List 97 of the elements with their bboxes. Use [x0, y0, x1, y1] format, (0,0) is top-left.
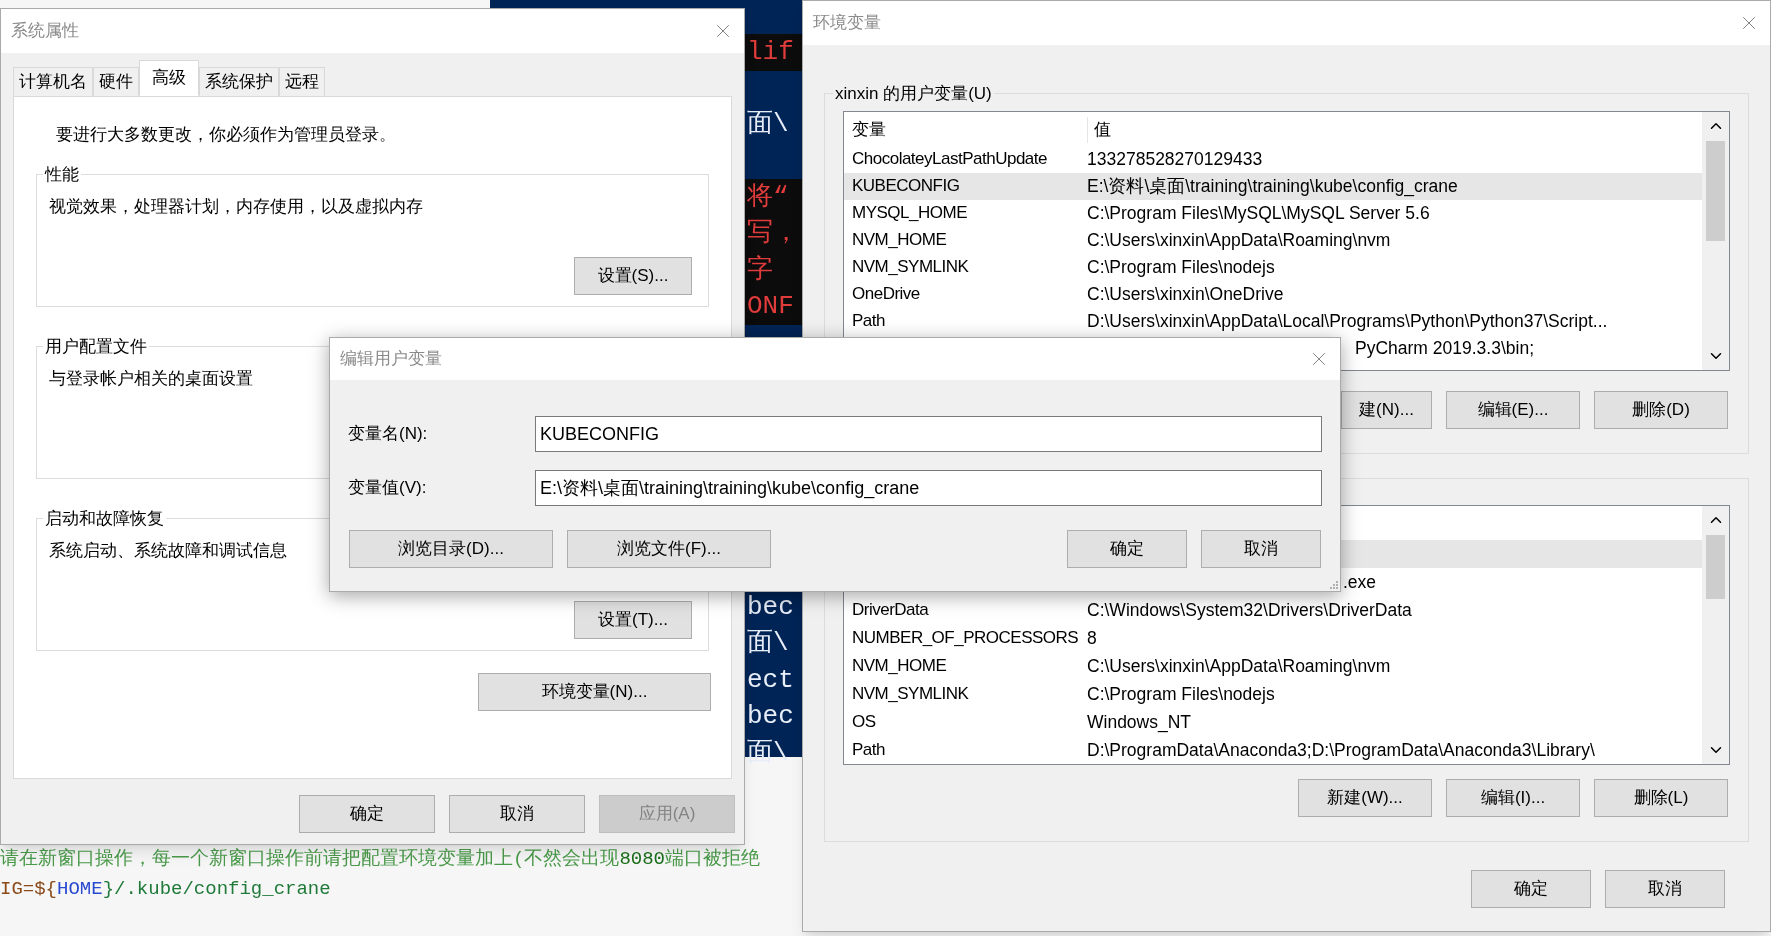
variable-name: Path [852, 738, 885, 761]
variable-value: Windows_NT [1087, 710, 1192, 733]
dialog-button[interactable]: 编辑(E)... [1446, 390, 1580, 429]
variable-name: Path [852, 310, 885, 332]
variable-value: D:\ProgramData\Anaconda3;D:\ProgramData\Anaconda3\Library\ [1087, 738, 1595, 761]
tab[interactable]: 远程 [279, 67, 325, 97]
variable-value: E:\资料\桌面\training\training\kube\config_crane [1087, 175, 1458, 197]
dialog-button[interactable]: 浏览文件(F)... [567, 530, 771, 568]
group-description: 与登录帐户相关的桌面设置 [49, 368, 253, 390]
scroll-thumb[interactable] [1706, 140, 1725, 241]
variable-name: OS [852, 710, 876, 733]
code-line: lif [747, 35, 794, 69]
variable-row[interactable]: Path D:\ProgramData\Anaconda3;D:\ProgramData\Anaconda3\Library\ [844, 735, 1702, 764]
dialog-button[interactable]: 编辑(I)... [1446, 778, 1580, 817]
variable-name: NVM_HOME [852, 229, 947, 251]
dialog-button[interactable]: 确定 [1067, 530, 1187, 568]
variable-row[interactable]: KUBECONFIG E:\资料\桌面\training\training\kube\config_crane [844, 172, 1702, 200]
dialog-button[interactable]: 设置(S)... [574, 257, 692, 295]
field-label: 变量值(V): [348, 477, 428, 500]
code-line: bec [747, 700, 794, 734]
group-title: xinxin 的用户变量(U) [834, 83, 993, 105]
variable-value: C:\Program Files\MySQL\MySQL Server 5.6 [1087, 202, 1430, 224]
window-title: 环境变量 [813, 12, 881, 35]
variable-name: NVM_SYMLINK [852, 256, 969, 278]
variable-name: KUBECONFIG [852, 175, 960, 197]
code-line: ect [747, 663, 794, 697]
variable-name: NUMBER_OF_PROCESSORS [852, 626, 1079, 649]
code-line: IG=${HOME}/.kube/config_crane [0, 877, 332, 901]
code-line: 写， [747, 217, 799, 251]
input-field[interactable]: KUBECONFIG [535, 416, 1322, 452]
dialog-button[interactable]: 浏览目录(D)... [349, 530, 553, 568]
code-line: bec [747, 590, 794, 624]
variable-value: C:\Users\xinxin\AppData\Roaming\nvm [1087, 654, 1391, 677]
variable-name: MYSQL_HOME [852, 202, 967, 224]
variable-row[interactable]: DriverData C:\Windows\System32\Drivers\DriverData [844, 595, 1702, 624]
variable-name: OneDrive [852, 283, 920, 305]
column-header[interactable]: 值 [1087, 117, 1111, 143]
variable-value: D:\Users\xinxin\AppData\Local\Programs\Python\Python37\Script... [1087, 310, 1608, 332]
input-field[interactable]: E:\资料\桌面\training\training\kube\config_crane [535, 470, 1322, 506]
scroll-thumb[interactable] [1706, 534, 1725, 599]
variable-name: DriverData [852, 598, 929, 621]
dialog-button[interactable]: 取消 [449, 795, 585, 833]
tab[interactable]: 计算机名 [13, 67, 93, 97]
dialog-button[interactable]: 确定 [299, 795, 435, 833]
dialog-button[interactable]: 删除(L) [1594, 778, 1728, 817]
field-label: 变量名(N): [348, 423, 429, 446]
resize-grip-icon[interactable] [1328, 579, 1338, 589]
variable-row[interactable]: ChocolateyLastPathUpdate 133278528270129433 [844, 145, 1702, 173]
variable-row[interactable]: OS Windows_NT [844, 707, 1702, 736]
dialog-button[interactable]: 取消 [1605, 869, 1725, 908]
tab[interactable]: 系统保护 [199, 67, 279, 97]
scrollbar[interactable] [1702, 505, 1729, 764]
tab[interactable]: 高级 [139, 60, 199, 96]
variable-value: C:\Program Files\nodejs [1087, 256, 1275, 278]
variable-value: .exe [1343, 570, 1377, 593]
variable-value: C:\Program Files\nodejs [1087, 682, 1275, 705]
variable-value: C:\Windows\System32\Drivers\DriverData [1087, 598, 1412, 621]
code-line: 字 [747, 253, 773, 287]
dialog-button[interactable]: 删除(D) [1594, 390, 1728, 429]
notice-text: 要进行大多数更改，你必须作为管理员登录。 [56, 124, 397, 146]
code-line: 面\ [747, 627, 789, 661]
variable-value: C:\Users\xinxin\AppData\Roaming\nvm [1087, 229, 1391, 251]
dialog-button[interactable]: 新建(W)... [1298, 778, 1432, 817]
variable-row[interactable]: OneDrive C:\Users\xinxin\OneDrive [844, 280, 1702, 308]
variable-row[interactable]: Path D:\Users\xinxin\AppData\Local\Programs\Python\Python37\Script... [844, 307, 1702, 335]
variable-value: 8 [1087, 626, 1097, 649]
variable-row[interactable]: NUMBER_OF_PROCESSORS 8 [844, 623, 1702, 652]
column-header[interactable]: 变量 [852, 117, 1087, 143]
group-title: 用户配置文件 [44, 335, 148, 358]
variable-row[interactable]: NVM_SYMLINK C:\Program Files\nodejs [844, 253, 1702, 281]
variable-name: NVM_HOME [852, 654, 947, 677]
dialog-button[interactable]: 建(N)... [1341, 390, 1432, 429]
dialog-button[interactable]: 确定 [1471, 869, 1591, 908]
scrollbar[interactable] [1702, 111, 1729, 370]
group-title: 性能 [43, 163, 80, 186]
code-line: 面\ [747, 108, 789, 142]
variable-name: ChocolateyLastPathUpdate [852, 148, 1047, 170]
window-title: 系统属性 [11, 20, 79, 43]
dialog-button[interactable]: 设置(T)... [574, 601, 692, 639]
variable-name: NVM_SYMLINK [852, 682, 969, 705]
group-title: 启动和故障恢复 [44, 507, 165, 530]
code-line: 将“ [747, 180, 789, 214]
variable-value: PyCharm 2019.3.3\bin; [1355, 337, 1534, 359]
code-line: 请在新窗口操作，每一个新窗口操作前请把配置环境变量加上(不然会出现8080端口被拒绝 [0, 847, 761, 871]
variable-row[interactable]: NVM_HOME C:\Users\xinxin\AppData\Roaming\nvm [844, 226, 1702, 254]
variable-row[interactable]: NVM_SYMLINK C:\Program Files\nodejs [844, 679, 1702, 708]
variable-row[interactable]: MYSQL_HOME C:\Program Files\MySQL\MySQL Server 5.6 [844, 199, 1702, 227]
group-description: 视觉效果，处理器计划，内存使用，以及虚拟内存 [49, 196, 423, 218]
dialog-button[interactable]: 取消 [1201, 530, 1321, 568]
variable-value: 133278528270129433 [1087, 148, 1263, 170]
variable-row[interactable]: NVM_HOME C:\Users\xinxin\AppData\Roaming\nvm [844, 651, 1702, 680]
dialog-button[interactable]: 环境变量(N)... [478, 672, 711, 711]
tab[interactable]: 硬件 [93, 67, 139, 97]
variable-value: C:\Users\xinxin\OneDrive [1087, 283, 1284, 305]
code-line: ONF [747, 290, 794, 324]
group-description: 系统启动、系统故障和调试信息 [49, 540, 287, 562]
window-title: 编辑用户变量 [340, 348, 442, 371]
